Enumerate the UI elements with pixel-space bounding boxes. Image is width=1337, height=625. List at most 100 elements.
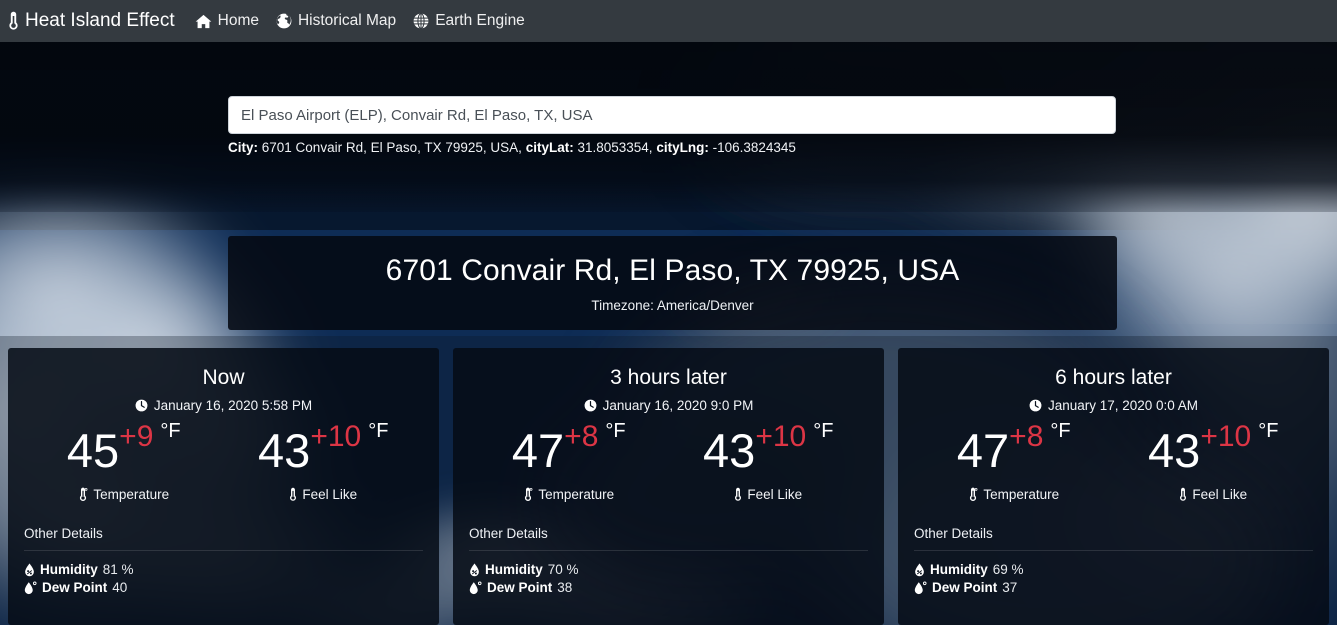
temperature-label: Temperature <box>538 487 615 502</box>
feel-like-block: 43 +10 °F Feel Like <box>224 421 424 502</box>
address-panel: 6701 Convair Rd, El Paso, TX 79925, USA … <box>228 236 1117 330</box>
temperature-value: 45 <box>66 424 120 477</box>
humidity-value: 81 % <box>102 562 134 577</box>
humidity-row: Humidity 70 % <box>469 562 868 577</box>
temperature-block: 47 +8 °F Temperature <box>914 421 1114 502</box>
other-details-section: Other Details Humidity 69 % Dew Point 37 <box>914 526 1313 595</box>
temperature-unit: °F <box>605 420 626 442</box>
temperature-row: 47 +8 °F Temperature 43 +10 °F Feel Like <box>914 421 1314 502</box>
temperature-unit: °F <box>1050 420 1071 442</box>
feel-like-delta: +10 <box>755 420 807 453</box>
feel-like-label: Feel Like <box>1192 487 1248 502</box>
dew-point-row: Dew Point 38 <box>469 580 868 595</box>
temperature-delta: +8 <box>1009 420 1044 453</box>
humidity-label: Humidity <box>930 562 988 577</box>
navbar-brand-label: Heat Island Effect <box>25 10 175 31</box>
temperature-value: 47 <box>956 424 1010 477</box>
feel-like-unit: °F <box>1258 420 1279 442</box>
humidity-value: 69 % <box>992 562 1024 577</box>
thermometer-half-icon <box>523 487 533 502</box>
card-timestamp: January 17, 2020 0:0 AM <box>914 398 1313 413</box>
feel-like-unit: °F <box>368 420 389 442</box>
dew-point-label: Dew Point <box>932 580 998 595</box>
temperature-value: 47 <box>511 424 565 477</box>
navbar-links: Home Historical Map Earth Engine <box>195 12 525 30</box>
timezone-label: Timezone: America/Denver <box>591 297 754 313</box>
temperature-label: Temperature <box>983 487 1060 502</box>
forecast-card[interactable]: 3 hours later January 16, 2020 9:0 PM 47… <box>453 348 884 625</box>
city-value: 6701 Convair Rd, El Paso, TX 79925, USA, <box>261 140 522 155</box>
feel-like-value: 43 <box>703 424 756 477</box>
humidity-drop-icon <box>24 563 35 577</box>
temperature-block: 45 +9 °F Temperature <box>24 421 224 502</box>
dew-point-value: 40 <box>112 580 128 595</box>
nav-item-home-label: Home <box>217 12 259 29</box>
citylng-value: -106.3824345 <box>712 140 796 155</box>
temperature-row: 47 +8 °F Temperature 43 +10 °F Feel Like <box>469 421 869 502</box>
feel-like-unit: °F <box>813 420 834 442</box>
clock-icon <box>1029 399 1042 412</box>
feel-like-label: Feel Like <box>302 487 358 502</box>
thermometer-icon <box>1179 487 1187 502</box>
dew-point-label: Dew Point <box>42 580 108 595</box>
other-details-label: Other Details <box>24 526 103 541</box>
card-timestamp: January 16, 2020 9:0 PM <box>469 398 868 413</box>
forecast-card[interactable]: Now January 16, 2020 5:58 PM 45 +9 °F Te… <box>8 348 439 625</box>
other-details-label: Other Details <box>469 526 548 541</box>
clock-icon <box>584 399 597 412</box>
dew-point-drop-icon <box>914 581 927 595</box>
card-title: Now <box>202 366 245 389</box>
dew-point-label: Dew Point <box>487 580 553 595</box>
card-timestamp: January 16, 2020 5:58 PM <box>24 398 423 413</box>
dew-point-drop-icon <box>24 581 37 595</box>
home-icon <box>195 14 212 29</box>
card-title: 6 hours later <box>1055 366 1172 389</box>
nav-item-historical-map-label: Historical Map <box>297 12 397 29</box>
other-details-section: Other Details Humidity 81 % Dew Point 40 <box>24 526 423 595</box>
feel-like-block: 43 +10 °F Feel Like <box>669 421 869 502</box>
humidity-label: Humidity <box>485 562 543 577</box>
nav-item-home[interactable]: Home <box>195 12 259 30</box>
card-timestamp-text: January 16, 2020 9:0 PM <box>602 398 754 413</box>
feel-like-delta: +10 <box>310 420 362 453</box>
page-title: 6701 Convair Rd, El Paso, TX 79925, USA <box>385 253 960 287</box>
nav-item-earth-engine-label: Earth Engine <box>435 12 525 29</box>
thermometer-icon <box>734 487 742 502</box>
humidity-value: 70 % <box>547 562 579 577</box>
forecast-card[interactable]: 6 hours later January 17, 2020 0:0 AM 47… <box>898 348 1329 625</box>
temperature-row: 45 +9 °F Temperature 43 +10 °F Feel Like <box>24 421 424 502</box>
location-search-input[interactable] <box>228 96 1116 134</box>
humidity-drop-icon <box>914 563 925 577</box>
dew-point-drop-icon <box>469 581 482 595</box>
nav-item-historical-map[interactable]: Historical Map <box>276 12 396 30</box>
globe-americas-icon <box>276 13 292 29</box>
thermometer-half-icon <box>968 487 978 502</box>
thermometer-half-icon <box>78 487 88 502</box>
city-info-line: City: 6701 Convair Rd, El Paso, TX 79925… <box>228 140 796 155</box>
clock-icon <box>135 399 148 412</box>
dew-point-value: 37 <box>1002 580 1018 595</box>
feel-like-value: 43 <box>258 424 311 477</box>
feel-like-delta: +10 <box>1200 420 1252 453</box>
humidity-row: Humidity 69 % <box>914 562 1313 577</box>
forecast-cards: Now January 16, 2020 5:58 PM 45 +9 °F Te… <box>0 348 1337 625</box>
navbar-brand[interactable]: Heat Island Effect <box>8 10 175 32</box>
globe-meridians-icon <box>413 13 429 29</box>
card-timestamp-text: January 16, 2020 5:58 PM <box>153 398 313 413</box>
thermometer-icon <box>289 487 297 502</box>
temperature-delta: +9 <box>119 420 154 453</box>
feel-like-value: 43 <box>1148 424 1201 477</box>
citylat-label: cityLat: <box>525 140 574 155</box>
dew-point-value: 38 <box>557 580 573 595</box>
top-navbar: Heat Island Effect Home Historical Map E… <box>0 0 1337 42</box>
temperature-delta: +8 <box>564 420 599 453</box>
citylng-label: cityLng: <box>656 140 709 155</box>
citylat-value: 31.8053354, <box>577 140 653 155</box>
card-timestamp-text: January 17, 2020 0:0 AM <box>1047 398 1199 413</box>
feel-like-block: 43 +10 °F Feel Like <box>1114 421 1314 502</box>
temperature-unit: °F <box>160 420 181 442</box>
divider <box>24 550 423 551</box>
nav-item-earth-engine[interactable]: Earth Engine <box>413 12 525 30</box>
humidity-drop-icon <box>469 563 480 577</box>
card-title: 3 hours later <box>610 366 727 389</box>
